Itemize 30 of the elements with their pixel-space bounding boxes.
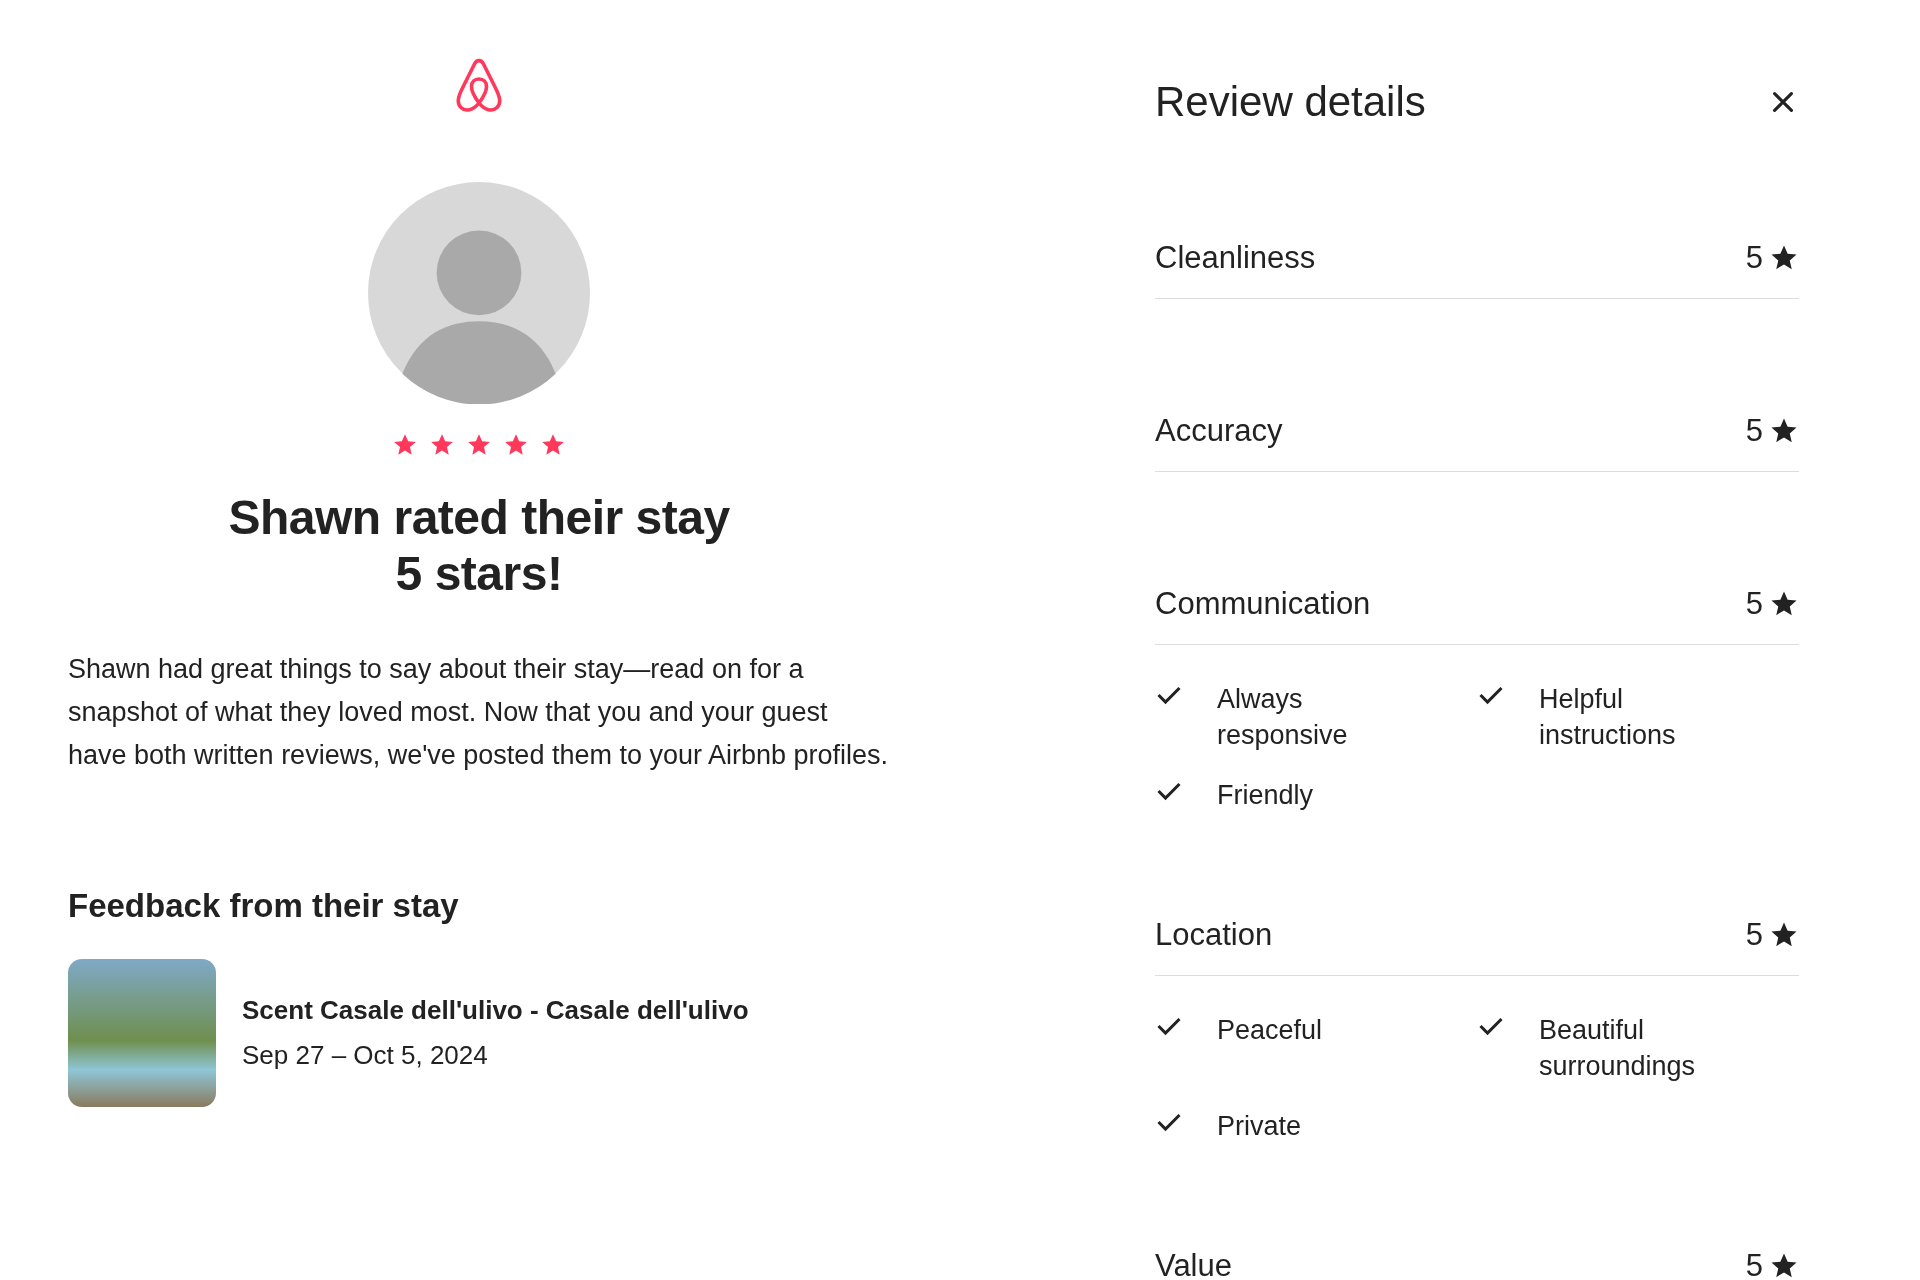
tag-label: Friendly [1217,779,1315,812]
star-icon [466,432,492,458]
headline: Shawn rated their stay 5 stars! [228,490,730,602]
tag-label: Beautiful surroundings [1539,1014,1697,1083]
star-icon [503,432,529,458]
logo-icon [455,58,503,112]
avatar-silhouette-icon [368,182,590,404]
star-icon [429,432,455,458]
tag-label: Always responsive [1217,683,1349,752]
category-name: Communication [1155,586,1372,622]
tag-label: Peaceful [1217,1014,1324,1047]
panel-title: Review details [1155,78,1426,126]
category-score: 5 [1745,586,1763,622]
category-score: 5 [1745,240,1763,276]
category-name: Value [1155,1248,1233,1280]
listing-title: Scent Casale dell'ulivo - Casale dell'ulivo [242,995,749,1026]
summary-text: Shawn had great things to say about their stay—read on for a snapshot of what they loved most. Now that you and your guest have both written reviews, we've posted them to your Airbnb profiles. [68,653,890,772]
category-name: Accuracy [1155,413,1284,449]
star-icon [540,432,566,458]
tag-label: Helpful instructions [1539,683,1677,752]
category-score: 5 [1745,413,1763,449]
category-name: Cleanliness [1155,240,1317,276]
listing-dates: Sep 27 – Oct 5, 2024 [242,1040,489,1071]
tag-label: Private [1217,1110,1303,1143]
category-score: 5 [1745,917,1763,953]
feedback-heading: Feedback from their stay [68,887,459,925]
category-score: 5 [1745,1248,1763,1280]
category-name: Location [1155,917,1274,953]
close-icon [1771,90,1795,114]
star-icon [392,432,418,458]
